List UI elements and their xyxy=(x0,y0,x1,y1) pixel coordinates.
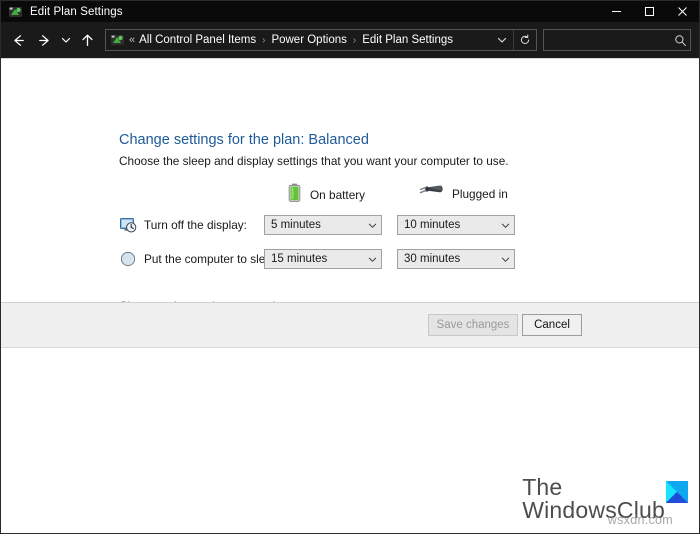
minimize-button[interactable] xyxy=(600,1,633,22)
dropdown-sleep-on-battery[interactable]: 15 minutes xyxy=(264,249,382,269)
column-header-plugged-in: Plugged in xyxy=(419,183,508,205)
close-button[interactable] xyxy=(666,1,699,22)
address-bar[interactable]: « All Control Panel Items › Power Option… xyxy=(105,29,537,51)
titlebar: Edit Plan Settings xyxy=(1,1,699,22)
dropdown-value: 30 minutes xyxy=(404,253,461,265)
windows-club-logo-icon xyxy=(666,481,688,503)
sleep-moon-icon xyxy=(119,250,137,268)
dropdown-value: 15 minutes xyxy=(271,253,328,265)
chevron-down-icon[interactable] xyxy=(497,221,514,230)
empty-area: The WindowsClub wsxdn.com xyxy=(1,348,699,533)
setting-label-put-computer-to-sleep: Put the computer to sleep: xyxy=(144,252,282,266)
breadcrumb-separator-icon: › xyxy=(262,34,266,46)
cancel-label: Cancel xyxy=(534,319,570,331)
setting-row-put-computer-to-sleep: Put the computer to sleep: xyxy=(119,249,282,269)
edit-plan-settings-window: Edit Plan Settings « All Control Panel I… xyxy=(0,0,700,534)
breadcrumb-overflow-icon[interactable]: « xyxy=(129,34,135,46)
window-title: Edit Plan Settings xyxy=(30,5,123,18)
maximize-button[interactable] xyxy=(633,1,666,22)
chevron-down-icon[interactable] xyxy=(364,221,381,230)
setting-label-turn-off-display: Turn off the display: xyxy=(144,218,247,232)
search-input[interactable] xyxy=(544,31,670,49)
column-label-plugged-in: Plugged in xyxy=(452,187,508,201)
recent-locations-chevron-down-icon[interactable] xyxy=(57,27,74,53)
battery-icon xyxy=(287,183,302,207)
save-changes-button[interactable]: Save changes xyxy=(428,314,518,336)
column-label-on-battery: On battery xyxy=(310,188,366,202)
display-clock-icon xyxy=(119,216,137,234)
power-plug-icon xyxy=(419,183,444,205)
page-subtitle: Choose the sleep and display settings th… xyxy=(119,154,509,168)
cancel-button[interactable]: Cancel xyxy=(522,314,582,336)
forward-icon[interactable] xyxy=(31,27,57,53)
setting-row-turn-off-display: Turn off the display: xyxy=(119,215,247,235)
history-chevron-down-icon[interactable] xyxy=(491,30,513,50)
dropdown-turn-off-display-on-battery[interactable]: 5 minutes xyxy=(264,215,382,235)
save-changes-label: Save changes xyxy=(436,319,510,331)
watermark-source-text: wsxdn.com xyxy=(607,513,673,527)
dropdown-turn-off-display-plugged-in[interactable]: 10 minutes xyxy=(397,215,515,235)
dropdown-value: 10 minutes xyxy=(404,219,461,231)
search-icon[interactable] xyxy=(670,30,690,50)
command-bar: Save changes Cancel xyxy=(1,302,699,348)
column-header-on-battery: On battery xyxy=(287,183,365,207)
dropdown-value: 5 minutes xyxy=(271,219,321,231)
window-controls xyxy=(600,1,699,22)
refresh-icon[interactable] xyxy=(513,30,536,50)
control-panel-icon xyxy=(8,4,24,20)
address-bar-actions xyxy=(491,30,536,50)
navigation-bar: « All Control Panel Items › Power Option… xyxy=(1,22,699,58)
breadcrumb-item-power-options[interactable]: Power Options xyxy=(271,34,346,46)
breadcrumb-separator-icon: › xyxy=(352,34,357,46)
search-box[interactable] xyxy=(543,29,691,51)
back-icon[interactable] xyxy=(5,27,31,53)
watermark-line1: The xyxy=(522,473,563,500)
address-control-panel-icon xyxy=(110,32,126,48)
breadcrumb-item-all-control-panel-items[interactable]: All Control Panel Items xyxy=(139,34,256,46)
up-level-icon[interactable] xyxy=(74,27,100,53)
content-pane: Change settings for the plan: Balanced C… xyxy=(1,58,699,345)
page-title: Change settings for the plan: Balanced xyxy=(119,132,369,148)
chevron-down-icon[interactable] xyxy=(497,255,514,264)
chevron-down-icon[interactable] xyxy=(364,255,381,264)
breadcrumb: « All Control Panel Items › Power Option… xyxy=(129,34,491,46)
dropdown-sleep-plugged-in[interactable]: 30 minutes xyxy=(397,249,515,269)
breadcrumb-item-edit-plan-settings[interactable]: Edit Plan Settings xyxy=(362,34,453,46)
